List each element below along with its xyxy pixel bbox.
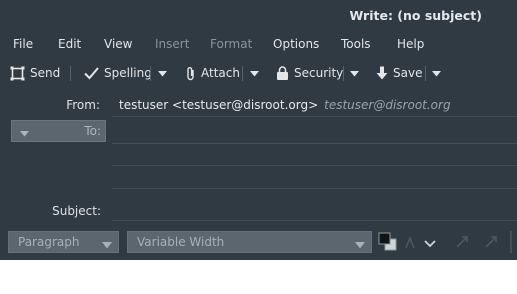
toolbar-separator [343,66,344,81]
send-icon [10,66,25,81]
toolbar-separator [425,66,426,81]
menu-format[interactable]: Format [210,37,252,51]
text-color-button[interactable] [378,232,400,252]
save-label: Save [393,66,423,80]
color-picker-icon [378,232,397,251]
divider [112,165,517,166]
font-value: Variable Width [137,235,225,249]
font-size-icon[interactable] [404,234,418,253]
paragraph-format-value: Paragraph [18,235,80,249]
insert-image-icon[interactable] [484,234,498,253]
from-address: testuser <testuser@disroot.org> [119,98,319,112]
recipient-type-label: To: [84,124,101,138]
security-label: Security [294,66,344,80]
subject-input[interactable] [112,220,517,221]
title-bar: Write: (no subject) [0,0,517,32]
menu-file[interactable]: File [13,37,33,51]
chevron-down-icon [431,66,441,80]
download-arrow-icon [376,66,388,80]
menu-insert[interactable]: Insert [155,37,189,51]
paragraph-format-select[interactable]: Paragraph [8,231,119,253]
spelling-label: Spelling [104,66,152,80]
from-field[interactable]: testuser <testuser@disroot.org> testuser@… [119,98,451,112]
chevron-down-icon[interactable] [424,237,436,251]
attach-label: Attach [201,66,240,80]
toolbar-separator [70,66,71,81]
toolbar-separator [242,66,243,81]
compose-toolbar: Send Spelling Attach Security Save [0,60,517,86]
divider [112,116,517,117]
from-label: From: [66,98,100,112]
chevron-down-icon [349,66,359,80]
from-identity: testuser@disroot.org [324,98,451,112]
attach-dropdown-button[interactable] [247,64,261,82]
window-title: Write: (no subject) [349,8,482,23]
security-dropdown-button[interactable] [347,64,361,82]
lock-icon [276,66,289,80]
menu-help[interactable]: Help [397,37,424,51]
insert-link-icon[interactable] [455,234,469,253]
recipient-input[interactable] [112,143,517,144]
toolbar-separator [150,66,151,81]
menu-edit[interactable]: Edit [58,37,81,51]
save-button[interactable]: Save [376,64,422,82]
menu-bar: File Edit View Insert Format Options Too… [0,35,517,55]
chevron-down-icon [249,66,259,80]
format-bar-edge [510,231,516,256]
send-button[interactable]: Send [10,64,60,82]
paperclip-icon [186,66,196,81]
address-header: From: testuser <testuser@disroot.org> tes… [0,90,517,230]
compose-window: Write: (no subject) File Edit View Inser… [0,0,517,260]
spelling-button[interactable]: Spelling [84,64,152,82]
attach-button[interactable]: Attach [186,64,240,82]
chevron-down-icon [102,238,112,252]
chevron-down-icon [20,126,29,140]
spelling-dropdown-button[interactable] [155,64,169,82]
menu-view[interactable]: View [104,37,132,51]
checkmark-icon [84,66,99,80]
security-button[interactable]: Security [276,64,343,82]
divider [112,188,517,189]
send-label: Send [30,66,61,80]
menu-options[interactable]: Options [273,37,319,51]
subject-label: Subject: [52,204,101,218]
recipient-type-select[interactable]: To: [11,120,106,142]
format-toolbar: Paragraph Variable Width [0,231,517,255]
chevron-down-icon [157,66,167,80]
chevron-down-icon [355,238,365,252]
save-dropdown-button[interactable] [429,64,443,82]
menu-tools[interactable]: Tools [341,37,371,51]
font-select[interactable]: Variable Width [127,231,372,253]
